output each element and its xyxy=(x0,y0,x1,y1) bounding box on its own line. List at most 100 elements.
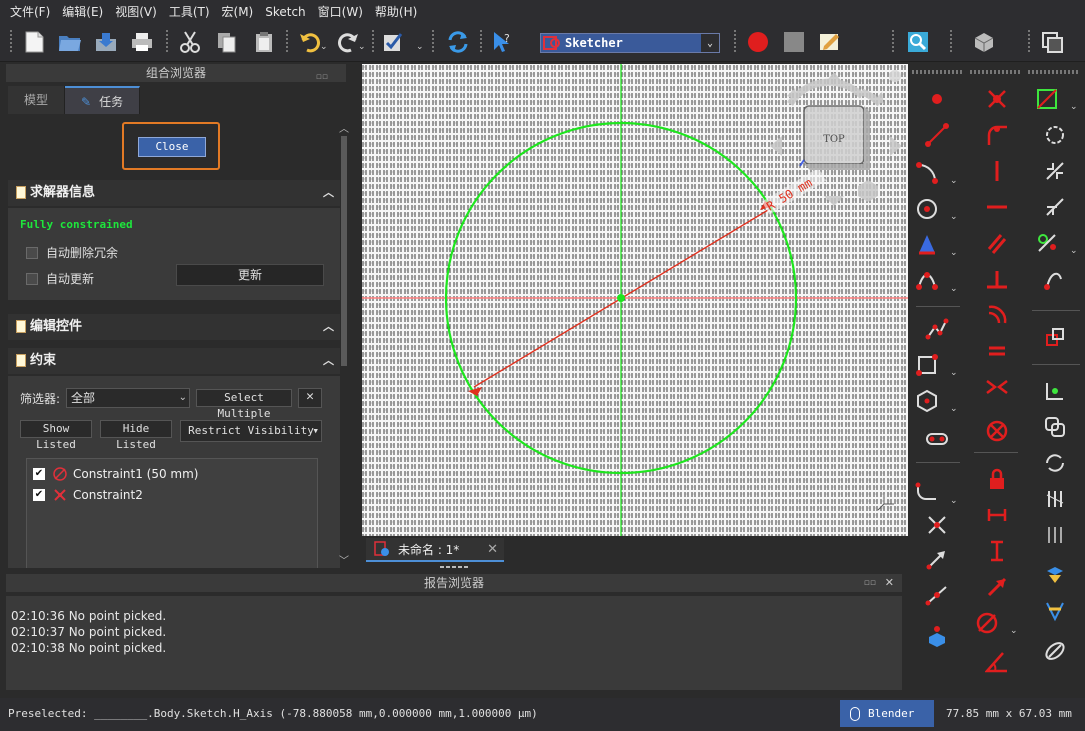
record-macro-icon[interactable] xyxy=(744,28,772,56)
vertical-distance-icon[interactable] xyxy=(982,536,1012,566)
geometry-dropdown-icon[interactable]: ⌄ xyxy=(1070,246,1078,256)
chevron-down-icon[interactable]: ⌄ xyxy=(179,389,187,407)
coincident-constraint-icon[interactable] xyxy=(982,84,1012,114)
print-icon[interactable] xyxy=(128,28,156,56)
navigation-style-button[interactable]: Blender xyxy=(840,700,934,727)
slot-tool-icon[interactable] xyxy=(922,424,952,454)
whats-this-icon[interactable]: ? xyxy=(488,28,516,56)
zoom-sketch-icon[interactable] xyxy=(904,28,932,56)
carbon-copy-icon[interactable] xyxy=(1040,636,1070,666)
part-box-icon[interactable] xyxy=(970,28,998,56)
combo-scrollbar[interactable]: ︿ ﹀ xyxy=(339,120,349,567)
perpendicular-constraint-icon[interactable] xyxy=(982,264,1012,294)
polygon-dropdown-icon[interactable]: ⌄ xyxy=(950,404,958,414)
auto-remove-redundants-checkbox[interactable]: 自动删除冗余 xyxy=(26,244,118,261)
radius-constraint-icon[interactable] xyxy=(972,608,1002,638)
open-folder-icon[interactable] xyxy=(56,28,84,56)
toolbar-grip[interactable] xyxy=(970,70,1020,74)
update-button[interactable]: 更新 xyxy=(176,264,324,286)
point-on-object-icon[interactable] xyxy=(982,120,1012,150)
chevron-up-icon[interactable]: ︿ xyxy=(323,348,334,374)
equal-constraint-icon[interactable] xyxy=(982,336,1012,366)
conic-dropdown-icon[interactable]: ⌄ xyxy=(950,248,958,258)
hide-listed-button[interactable]: Hide Listed xyxy=(100,420,172,451)
select-constraints-icon[interactable] xyxy=(1040,156,1070,186)
menu-item[interactable]: 文件(F) xyxy=(4,0,56,24)
chevron-up-icon[interactable]: ︿ xyxy=(323,314,334,340)
copy-tool-icon[interactable] xyxy=(1040,412,1070,442)
polygon-tool-icon[interactable] xyxy=(912,386,942,416)
scroll-down-icon[interactable]: ﹀ xyxy=(339,552,349,567)
menu-item[interactable]: 帮助(H) xyxy=(369,0,423,24)
rectangle-tool-icon[interactable] xyxy=(912,350,942,380)
tangent-constraint-icon[interactable] xyxy=(982,300,1012,330)
extend-tool-icon[interactable] xyxy=(922,544,952,574)
edit-controls-header[interactable]: 编辑控件 ︿ xyxy=(8,314,340,340)
distance-constraint-icon[interactable] xyxy=(982,572,1012,602)
bspline-tools-icon[interactable] xyxy=(1040,264,1070,294)
horizontal-constraint-icon[interactable] xyxy=(982,192,1012,222)
line-tool-icon[interactable] xyxy=(922,120,952,150)
navcube-close-icon[interactable] xyxy=(889,70,901,82)
menu-item[interactable]: 宏(M) xyxy=(216,0,260,24)
split-tool-icon[interactable] xyxy=(922,580,952,610)
trim-tool-icon[interactable] xyxy=(922,510,952,540)
select-conflicting-icon[interactable] xyxy=(1040,120,1070,150)
save-icon[interactable] xyxy=(92,28,120,56)
toolbar-grip[interactable] xyxy=(1028,70,1078,74)
polyline-tool-icon[interactable] xyxy=(922,314,952,344)
view-dropdown-icon[interactable]: ⌄ xyxy=(416,42,424,52)
bspline-dropdown-icon[interactable]: ⌄ xyxy=(950,284,958,294)
parallel-constraint-icon[interactable] xyxy=(982,228,1012,258)
conic-tool-icon[interactable] xyxy=(912,230,942,260)
circle-center-point[interactable] xyxy=(617,294,625,302)
rectangular-array-icon[interactable] xyxy=(1040,484,1070,514)
menu-item[interactable]: Sketch xyxy=(259,0,311,24)
angle-constraint-icon[interactable] xyxy=(982,646,1012,676)
solver-info-header[interactable]: 求解器信息 ︿ xyxy=(8,180,340,206)
block-constraint-icon[interactable] xyxy=(982,416,1012,446)
move-tool-icon[interactable] xyxy=(1040,448,1070,478)
settings-tools-icon[interactable]: ✕ xyxy=(298,388,322,408)
checkbox-checked[interactable]: ✔ xyxy=(33,468,45,480)
checkbox-box[interactable] xyxy=(26,272,38,285)
bspline-tool-icon[interactable] xyxy=(912,266,942,296)
paste-icon[interactable] xyxy=(250,28,278,56)
filter-select[interactable]: 全部 ⌄ xyxy=(66,388,190,408)
lock-constraint-icon[interactable] xyxy=(982,464,1012,494)
rectangle-dropdown-icon[interactable]: ⌄ xyxy=(950,368,958,378)
radius-dropdown-icon[interactable]: ⌄ xyxy=(1010,626,1018,636)
select-origin-icon[interactable] xyxy=(1040,192,1070,222)
chevron-down-icon[interactable]: ⌄ xyxy=(701,34,719,52)
sketch-3d-view[interactable]: R 50 mm TOP xyxy=(362,64,908,536)
menu-item[interactable]: 窗口(W) xyxy=(312,0,369,24)
float-panel-icon[interactable]: ▫▫ xyxy=(864,574,876,592)
view-section-icon[interactable] xyxy=(1038,28,1066,56)
fillet-tool-icon[interactable] xyxy=(912,478,942,508)
chevron-up-icon[interactable]: ︿ xyxy=(323,180,334,206)
checkbox-checked[interactable]: ✔ xyxy=(33,489,45,501)
macro-editor-icon[interactable] xyxy=(816,28,844,56)
menu-item[interactable]: 视图(V) xyxy=(109,0,163,24)
scroll-thumb[interactable] xyxy=(341,136,347,366)
construction-dropdown-icon[interactable]: ⌄ xyxy=(1070,102,1078,112)
menu-item[interactable]: 工具(T) xyxy=(163,0,216,24)
symmetric-constraint-icon[interactable] xyxy=(982,372,1012,402)
circle-dropdown-icon[interactable]: ⌄ xyxy=(950,212,958,222)
new-document-icon[interactable] xyxy=(20,28,48,56)
workbench-selector[interactable]: Sketcher ⌄ xyxy=(540,33,720,53)
cut-icon[interactable] xyxy=(176,28,204,56)
checkbox-box[interactable] xyxy=(26,246,38,259)
auto-update-checkbox[interactable]: 自动更新 xyxy=(26,270,94,287)
arc-dropdown-icon[interactable]: ⌄ xyxy=(950,176,958,186)
vertical-constraint-icon[interactable] xyxy=(982,156,1012,186)
tab-tasks[interactable]: ✎ 任务 xyxy=(65,86,141,114)
document-tab[interactable]: 未命名 : 1* ✕ xyxy=(366,538,504,562)
tab-model[interactable]: 模型 xyxy=(8,86,66,114)
delete-all-geometry-icon[interactable] xyxy=(1040,560,1070,590)
point-tool-icon[interactable] xyxy=(922,84,952,114)
refresh-check-icon[interactable] xyxy=(380,28,408,56)
copy-icon[interactable] xyxy=(212,28,240,56)
menu-item[interactable]: 编辑(E) xyxy=(56,0,109,24)
show-hide-geometry-icon[interactable] xyxy=(1032,228,1062,258)
